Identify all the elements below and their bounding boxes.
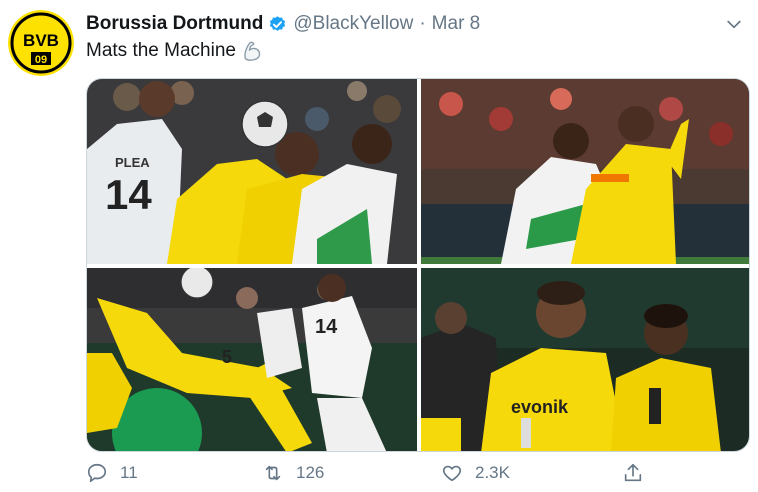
retweet-button[interactable]: 126 — [262, 462, 324, 484]
media-grid: PLEA 14 5 14 evonik — [86, 78, 750, 452]
share-button[interactable] — [622, 462, 656, 484]
display-name[interactable]: Borussia Dortmund — [86, 13, 263, 35]
sponsor-text: evonik — [511, 397, 569, 417]
photo-celebration[interactable]: evonik — [421, 268, 749, 451]
avatar[interactable]: BVB 09 — [8, 10, 74, 76]
tweet-actions: 11 126 2.3K — [86, 462, 646, 488]
separator-dot: · — [419, 13, 426, 34]
flexed-biceps-icon — [244, 41, 261, 61]
shirt-number-5: 5 — [222, 347, 232, 367]
shirt-number-14-bicycle: 14 — [315, 316, 338, 338]
reply-button[interactable]: 11 — [86, 462, 138, 484]
photo-bicycle-kick-image: 5 14 — [87, 268, 417, 451]
reply-count: 11 — [120, 463, 138, 482]
photo-bicycle-kick[interactable]: 5 14 — [87, 268, 417, 451]
shirt-number-14: 14 — [105, 171, 152, 218]
photo-header-duel-image: PLEA 14 — [87, 79, 417, 264]
photo-celebration-image: evonik — [421, 268, 749, 451]
retweet-icon — [265, 465, 281, 481]
photo-challenge-duel[interactable] — [421, 79, 749, 264]
retweet-count: 126 — [296, 463, 325, 482]
user-handle[interactable]: @BlackYellow — [293, 13, 413, 35]
like-count: 2.3K — [475, 463, 510, 482]
shirt-name-plea: PLEA — [115, 155, 150, 170]
logo-text-bottom: 09 — [35, 54, 47, 66]
logo-text-top: BVB — [23, 31, 59, 50]
reply-icon — [87, 463, 107, 483]
photo-challenge-duel-image — [421, 79, 749, 264]
heart-icon — [442, 465, 462, 482]
chevron-down-icon[interactable] — [724, 14, 744, 34]
tweet-text: Mats the Machine — [86, 40, 262, 62]
share-icon — [624, 463, 642, 482]
tweet-date[interactable]: Mar 8 — [432, 13, 481, 35]
verified-badge-icon — [270, 15, 286, 31]
bvb-logo-icon: BVB 09 — [8, 10, 74, 76]
photo-header-duel[interactable]: PLEA 14 — [87, 79, 417, 264]
like-button[interactable]: 2.3K — [441, 462, 510, 484]
tweet-header: Borussia Dortmund @BlackYellow · Mar 8 — [86, 12, 744, 36]
tweet-text-content: Mats the Machine — [86, 40, 236, 61]
